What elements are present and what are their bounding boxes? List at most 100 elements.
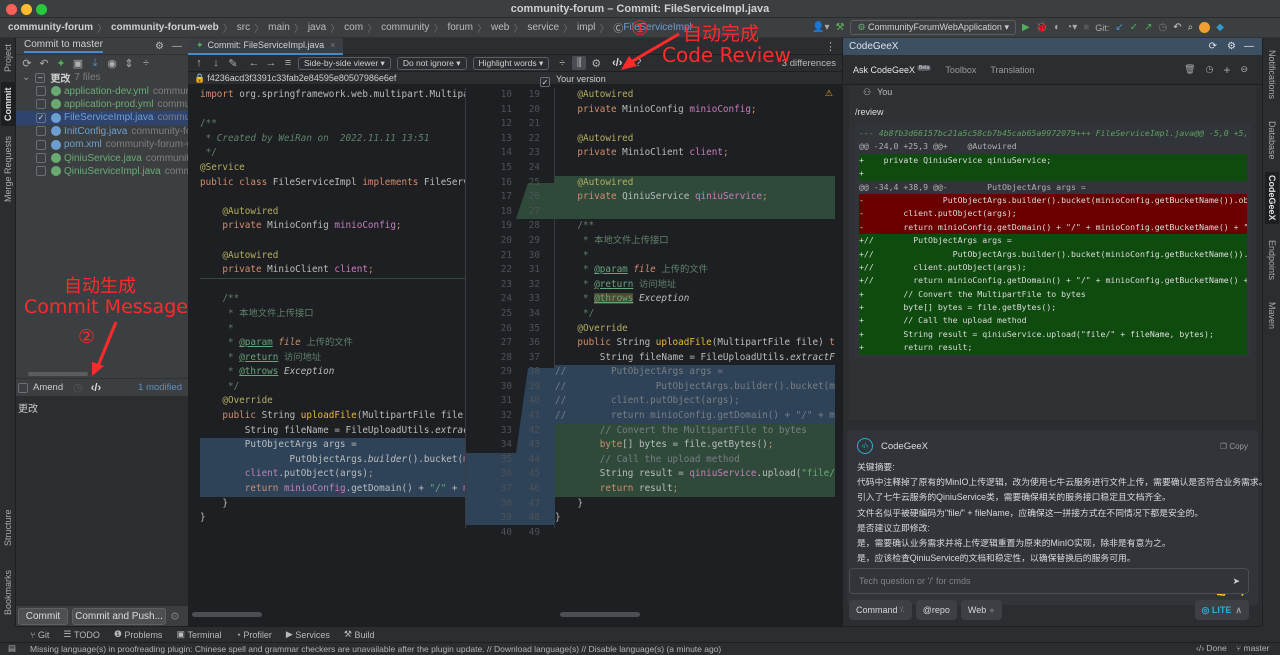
tool-tab-maven[interactable]: Maven [1265,296,1279,336]
tab-commit-fileserviceimpl[interactable]: ✦ Commit: FileServiceImpl.java × [188,37,344,55]
file-checkbox[interactable] [36,153,46,164]
profile-icon[interactable]: ◔▾ [1066,22,1077,33]
changed-file-row[interactable]: InitConfig.java community-for [22,125,188,138]
tool-window-build[interactable]: ⚒ Build [344,629,375,640]
tool-window-problems[interactable]: ❶ Problems [114,629,163,640]
right-horizontal-scrollbar[interactable] [560,612,640,617]
run-configuration-dropdown[interactable]: ⚙ CommunityForumWebApplication ▾ [850,20,1016,35]
commit-settings-gear-icon[interactable]: ⚙ [170,610,180,623]
breadcrumb-item[interactable]: main [268,22,290,33]
left-horizontal-scrollbar[interactable] [192,612,262,617]
repo-chip[interactable]: @repo [915,600,957,620]
tool-tab-project[interactable]: Project [1,40,15,76]
your-version-checkbox[interactable]: ✓ [540,77,550,87]
expand-all-icon[interactable]: ⇕ [122,56,136,70]
hide-panel-icon[interactable]: — [172,41,182,52]
download-icon[interactable]: ⤓ [88,56,102,70]
list-icon[interactable]: ≡ [281,56,295,70]
tool-tab-bookmarks[interactable]: Bookmarks [1,562,15,622]
close-window-button[interactable] [6,4,17,15]
file-checkbox[interactable] [36,139,46,150]
web-chip[interactable]: Web ● [960,600,1002,620]
lite-model-selector[interactable]: ◎ LITE ∧ [1194,600,1249,620]
file-checkbox[interactable] [36,86,46,97]
forward-icon[interactable]: → [264,56,278,70]
trash-icon[interactable]: 🗑 [1184,64,1195,75]
settings-gear-icon[interactable]: ⚙ [155,41,164,52]
new-chat-plus-icon[interactable]: + [1223,63,1230,77]
ignore-whitespace-dropdown[interactable]: Do not ignore ▾ [396,56,467,70]
amend-checkbox[interactable] [18,382,28,393]
breadcrumb-item[interactable]: java [308,22,326,33]
shelve-icon[interactable]: ▣ [71,56,85,70]
git-push-icon[interactable]: ↗ [1144,22,1152,33]
codegeex-status[interactable]: ‹/› Done [1196,643,1227,653]
viewer-dropdown[interactable]: Side-by-side viewer ▾ [298,56,391,70]
maximize-window-button[interactable] [36,4,47,15]
git-branch-widget[interactable]: ⑂ master [1236,643,1269,653]
right-code-pane[interactable]: @Autowired private MinioConfig minioConf… [555,88,835,528]
history-icon[interactable]: ◷ [1158,22,1167,33]
settings-gear-icon[interactable]: ⚙ [1227,41,1236,52]
tool-window-todo[interactable]: ☰ TODO [63,629,99,640]
warning-icon[interactable]: ⚠ [825,88,833,99]
run-icon[interactable]: ▶ [1022,22,1030,33]
breadcrumb-item[interactable]: community-forum [8,22,93,33]
commit-button[interactable]: Commit [18,607,68,625]
file-checkbox[interactable] [36,99,46,110]
edit-source-icon[interactable]: ✎ [226,56,240,70]
close-tab-icon[interactable]: × [330,40,335,50]
sync-scroll-icon[interactable]: ⫼ [572,56,587,70]
refresh-icon[interactable]: ⟳ [1209,41,1217,52]
event-log-icon[interactable]: ▤ [8,643,16,654]
user-icon[interactable]: 👤▾ [812,22,829,33]
breadcrumb-item[interactable]: com [344,22,363,33]
collapse-unchanged-icon[interactable]: ÷ [555,56,569,70]
tab-toolbox[interactable]: Toolbox [945,65,976,75]
back-icon[interactable]: ← [247,56,261,70]
minimize-window-button[interactable] [21,4,32,15]
coverage-icon[interactable]: ◐ [1054,22,1060,33]
breadcrumb-item[interactable]: impl [577,22,595,33]
diff-settings-icon[interactable]: ⚙ [589,56,603,70]
changelist-group[interactable]: ⌄ – 更改 7 files [22,71,188,84]
file-checkbox[interactable]: ✓ [36,112,46,123]
tool-window-git[interactable]: ⑂ Git [30,630,49,640]
breadcrumb-item[interactable]: community [381,22,429,33]
left-code-pane[interactable]: import org.springframework.web.multipart… [188,88,465,528]
tool-window-terminal[interactable]: ▣ Terminal [176,629,221,640]
changed-file-row[interactable]: pom.xml community-forum-w [22,138,188,151]
tool-window-services[interactable]: ▶ Services [286,629,330,640]
refresh-icon[interactable]: ⟳ [20,56,34,70]
debug-icon[interactable]: 🐞 [1036,22,1048,33]
changed-file-row[interactable]: ✓ FileServiceImpl.java communi [16,111,188,125]
status-message[interactable]: Missing language(s) in proofreading plug… [30,644,721,654]
build-hammer-icon[interactable]: ⚒ [835,22,844,33]
tab-ask-codegeex[interactable]: Ask CodeGeeX Beta [853,64,932,75]
git-commit-icon[interactable]: ✓ [1130,22,1138,33]
chevron-down-icon[interactable]: ⌄ [22,72,30,83]
highlight-dropdown[interactable]: Highlight words ▾ [472,56,550,70]
rollback-icon[interactable]: ↶ [37,56,51,70]
prev-diff-icon[interactable]: ↑ [192,56,206,70]
collapse-all-icon[interactable]: ÷ [139,56,153,70]
rollback-icon[interactable]: ↶ [1173,22,1181,33]
view-options-icon[interactable]: ◉ [105,56,119,70]
tool-tab-endpoints[interactable]: Endpoints [1265,232,1279,288]
more-icon[interactable]: ⊖ [1240,64,1248,75]
changed-file-row[interactable]: application-dev.yml communit [22,84,188,97]
tool-tab-commit[interactable]: Commit [1,82,15,126]
history-icon[interactable]: ◷ [1206,64,1214,75]
commit-and-push-button[interactable]: Commit and Push... [72,607,166,625]
hide-panel-icon[interactable]: — [1244,41,1254,52]
breadcrumb-item[interactable]: web [491,22,509,33]
history-icon[interactable]: ◷ [73,381,83,394]
git-update-icon[interactable]: ↙ [1115,22,1123,33]
changed-file-row[interactable]: QiniuService.java community- [22,151,188,164]
more-options-icon[interactable]: ⋮ [825,40,836,53]
breadcrumb-item[interactable]: community-forum-web [111,22,219,33]
generate-commit-message-icon[interactable]: ‹/› [91,382,101,394]
copy-button[interactable]: ❐ Copy [1220,442,1248,451]
tool-tab-database[interactable]: Database [1265,116,1279,164]
file-checkbox[interactable] [36,126,46,137]
